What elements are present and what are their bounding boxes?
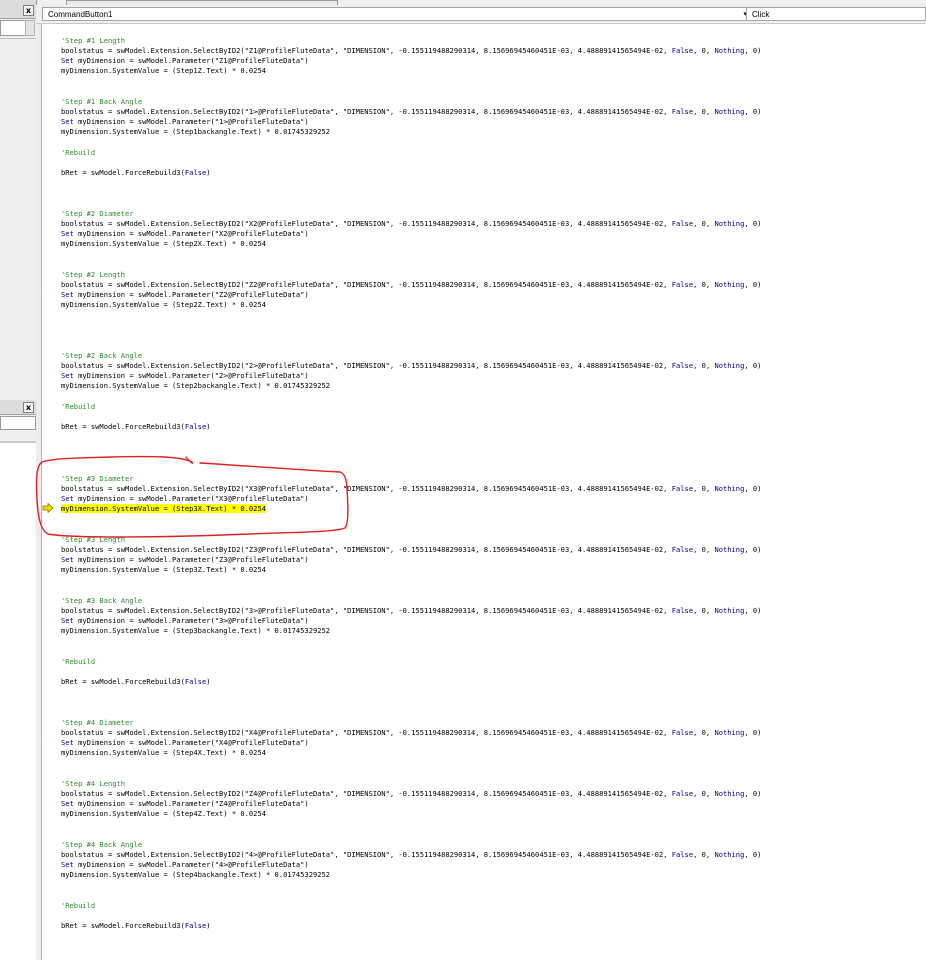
red-annotation-circle [35, 455, 349, 538]
